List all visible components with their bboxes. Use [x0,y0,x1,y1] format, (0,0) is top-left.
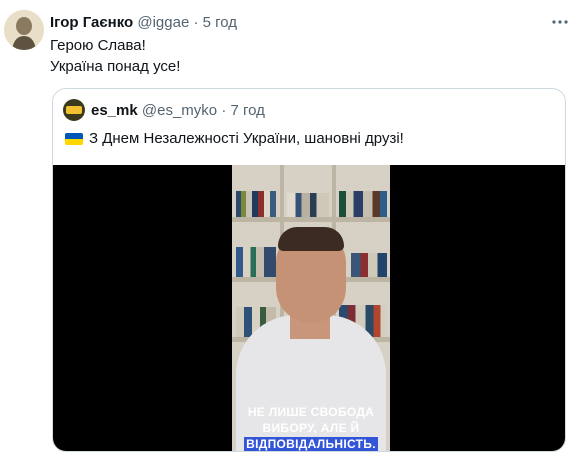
author-handle[interactable]: @iggae [137,14,189,31]
tweet-header: Ігор Гаєнко @iggae · 5 год [50,13,237,33]
tweet-text-line-1: Герою Слава! [50,37,146,54]
quoted-tweet-header: es_mk @es_myko · 7 год [91,101,265,121]
quoted-author-name: es_mk [91,102,138,119]
ellipsis-icon[interactable] [550,12,570,32]
quoted-header-separator: · [221,102,227,119]
author-name[interactable]: Ігор Гаєнко [50,14,133,31]
quoted-tweet-text-row: З Днем Незалежності України, шановні дру… [65,129,404,149]
video-caption-line-2: ВИБОРУ, АЛЕ Й [262,421,360,435]
video-media[interactable]: НЕ ЛИШЕ СВОБОДА ВИБОРУ, АЛЕ Й ВІДПОВІДАЛ… [53,165,565,451]
video-caption-highlight: ВІДПОВІДАЛЬНІСТЬ. [244,437,378,451]
video-caption-line-1: НЕ ЛИШЕ СВОБОДА [247,405,375,419]
quoted-author-avatar[interactable] [63,99,85,121]
quoted-tweet-text: З Днем Незалежності України, шановні дру… [89,130,404,147]
video-caption-line-3: ВІДПОВІДАЛЬНІСТЬ. [232,437,390,451]
quoted-author-handle: @es_myko [141,102,218,119]
quoted-tweet[interactable]: es_mk @es_myko · 7 год З Днем Незалежнос… [52,88,566,452]
quoted-tweet-time: 7 год [230,102,265,119]
tweet[interactable]: Ігор Гаєнко @iggae · 5 год Герою Слава! … [0,0,579,460]
tweet-time[interactable]: 5 год [203,14,237,31]
ukraine-flag-icon [65,133,83,145]
author-avatar[interactable] [4,10,44,50]
video-frame[interactable]: НЕ ЛИШЕ СВОБОДА ВИБОРУ, АЛЕ Й ВІДПОВІДАЛ… [232,165,390,451]
tweet-text-line-2: Україна понад усе! [50,58,181,75]
header-separator: · [193,14,199,31]
